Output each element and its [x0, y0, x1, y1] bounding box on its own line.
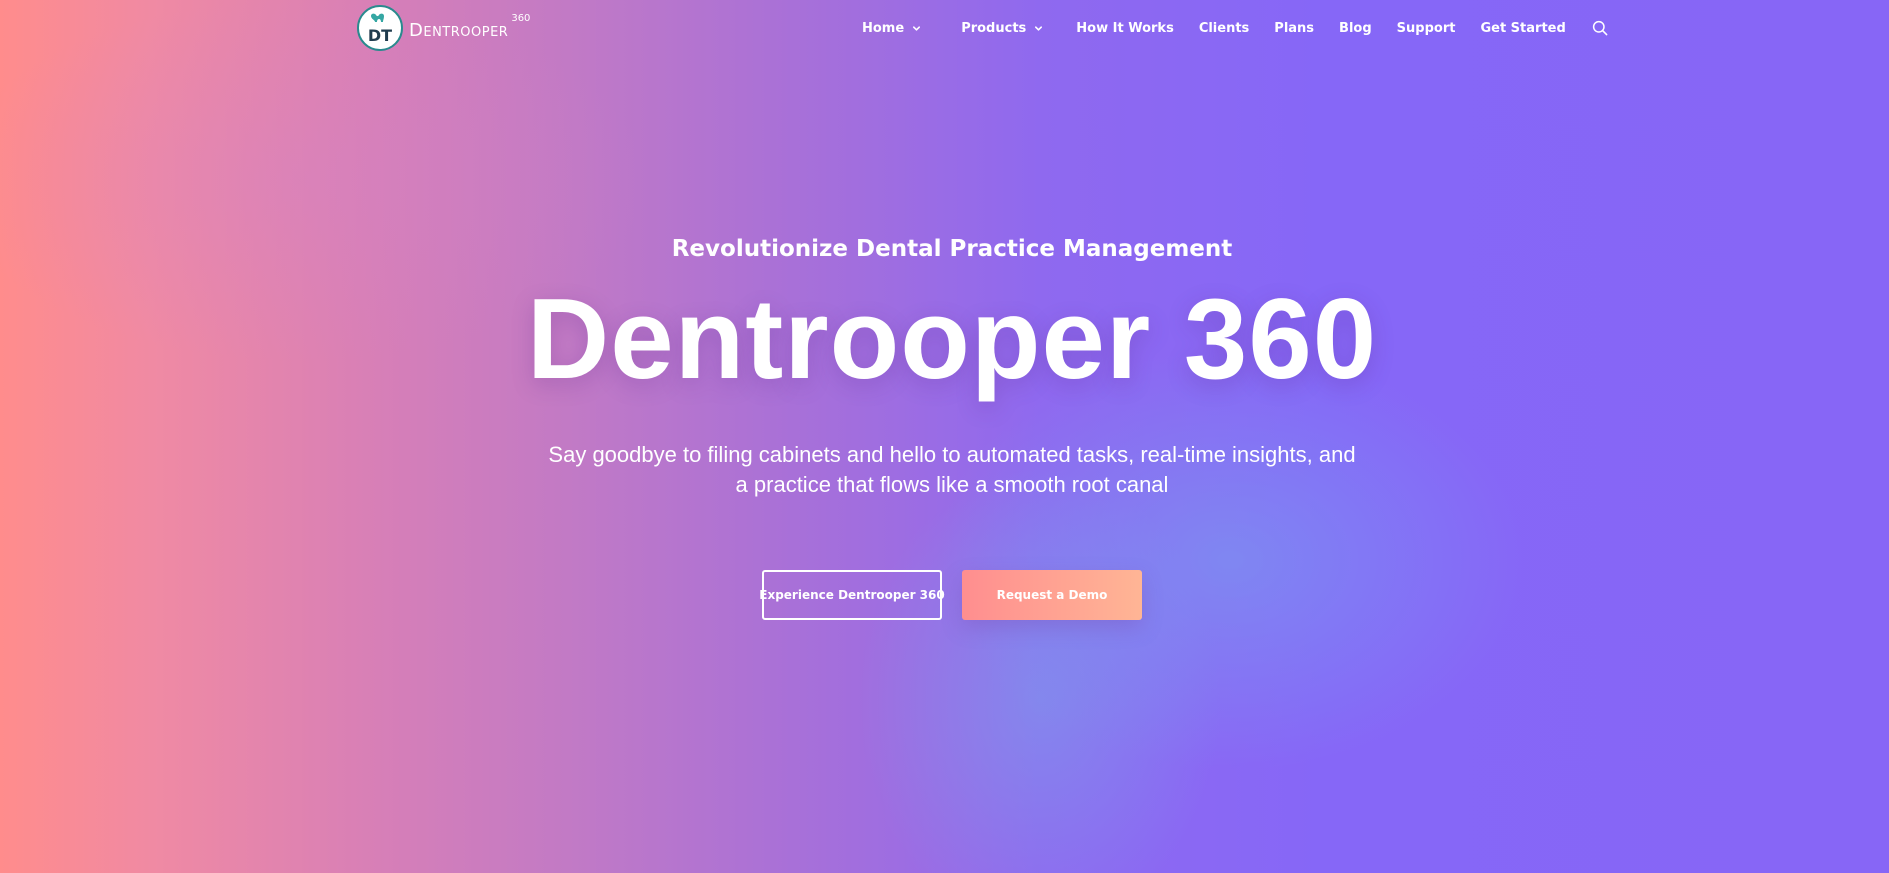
- brand-logo[interactable]: DT Dentrooper 360: [357, 5, 530, 51]
- nav-item-get-started[interactable]: Get Started: [1480, 21, 1565, 36]
- top-navbar: DT Dentrooper 360 Home Products How It W…: [0, 0, 1889, 56]
- search-icon: [1592, 20, 1608, 36]
- nav-item-how-it-works[interactable]: How It Works: [1076, 21, 1174, 36]
- hero-title: Dentrooper 360: [526, 276, 1378, 403]
- nav-item-label: Home: [862, 20, 905, 36]
- hero-eyebrow: Revolutionize Dental Practice Management: [671, 236, 1233, 262]
- request-demo-button[interactable]: Request a Demo: [962, 570, 1142, 620]
- chevron-down-icon: [1035, 25, 1043, 31]
- nav-item-label: Products: [961, 20, 1027, 36]
- tooth-logo-graphic: DT: [368, 13, 392, 45]
- hero-subtitle: Say goodbye to filing cabinets and hello…: [548, 442, 1356, 497]
- nav-item-support[interactable]: Support: [1397, 21, 1456, 36]
- brand-name: Dentrooper: [409, 19, 509, 41]
- nav-item-clients[interactable]: Clients: [1199, 21, 1249, 36]
- nav-item-plans[interactable]: Plans: [1274, 21, 1314, 36]
- logo-monogram: DT: [368, 26, 392, 45]
- search-button[interactable]: [1591, 19, 1609, 37]
- nav-item-blog[interactable]: Blog: [1339, 21, 1372, 36]
- tooth-logo-icon: DT: [357, 5, 403, 51]
- chevron-down-icon: [913, 25, 921, 31]
- nav-item-home[interactable]: Home: [862, 21, 921, 36]
- nav-item-products[interactable]: Products: [961, 21, 1043, 36]
- main-navigation: Home Products How It Works Clients Plans…: [862, 18, 1609, 38]
- brand-superscript: 360: [511, 12, 531, 24]
- hero-section: Revolutionize Dental Practice Management…: [0, 0, 1889, 873]
- experience-button[interactable]: Experience Dentrooper 360: [759, 570, 945, 620]
